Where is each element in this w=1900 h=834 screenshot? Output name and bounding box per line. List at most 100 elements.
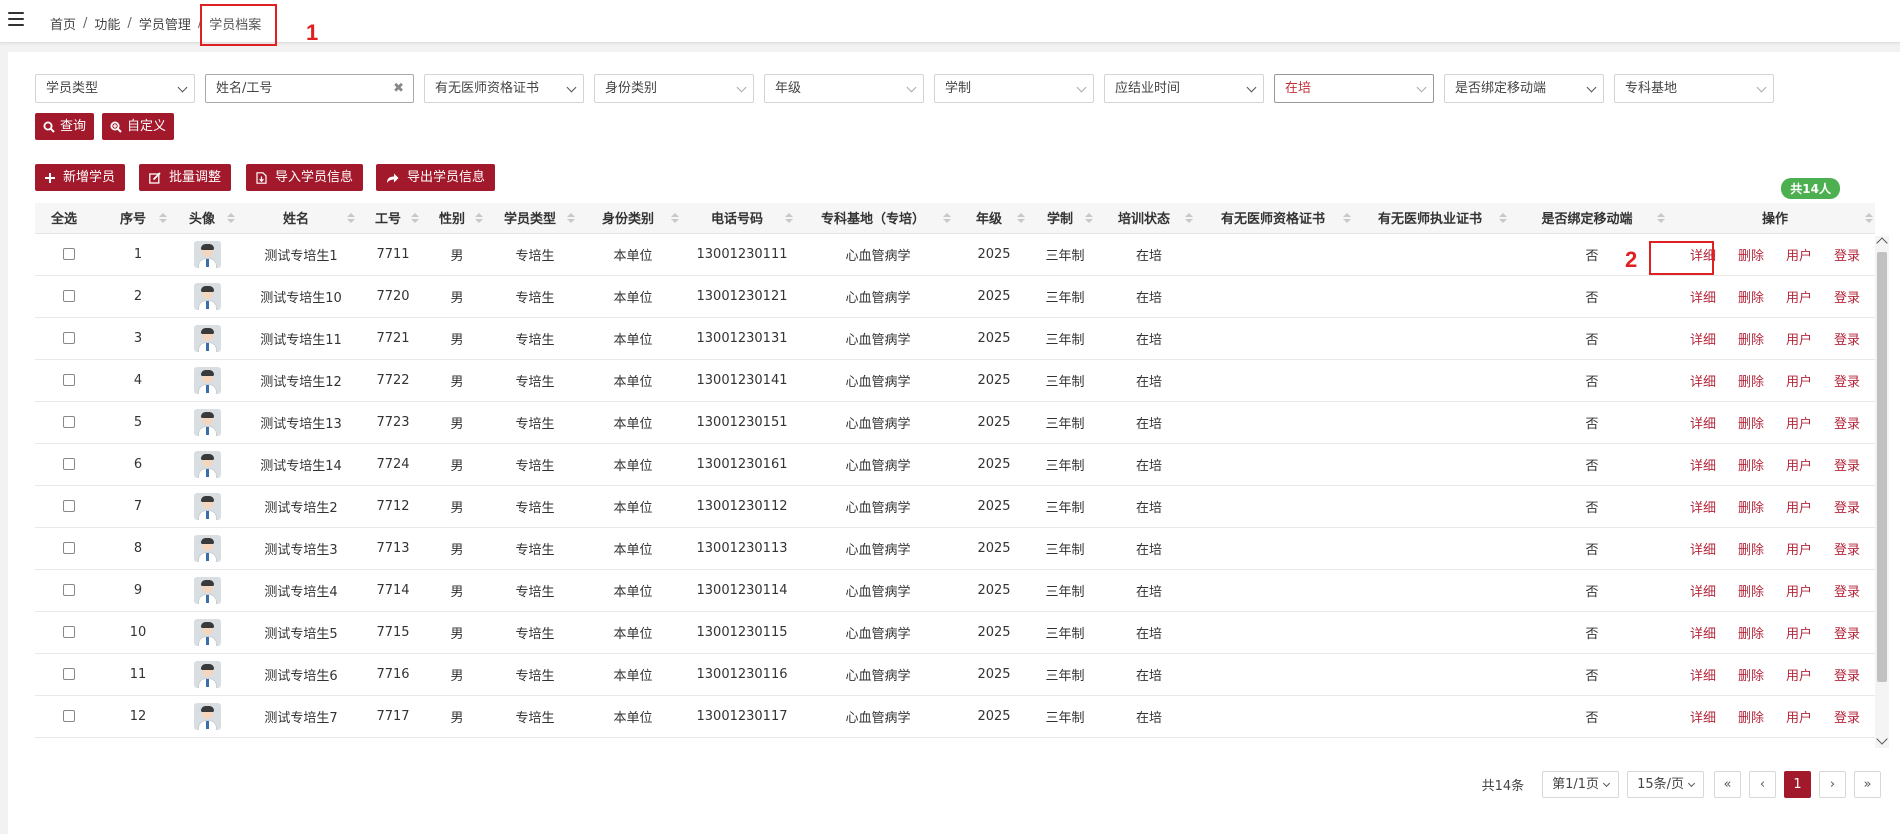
grade-select[interactable]: 年级 bbox=[764, 74, 924, 103]
column-header-operations[interactable]: 操作 bbox=[1671, 203, 1875, 234]
page-1-button[interactable]: 1 bbox=[1784, 771, 1811, 798]
sort-icon[interactable] bbox=[1085, 213, 1093, 225]
column-header-training-status[interactable]: 培训状态 bbox=[1099, 203, 1199, 234]
delete-link[interactable]: 删除 bbox=[1738, 543, 1764, 558]
breadcrumb-student-management[interactable]: 学员管理 bbox=[139, 14, 191, 33]
sort-icon[interactable] bbox=[159, 213, 167, 225]
user-link[interactable]: 用户 bbox=[1786, 249, 1812, 264]
avatar[interactable] bbox=[193, 324, 221, 352]
sort-icon[interactable] bbox=[411, 213, 419, 225]
column-header-student-type[interactable]: 学员类型 bbox=[489, 203, 581, 234]
user-link[interactable]: 用户 bbox=[1786, 291, 1812, 306]
row-checkbox[interactable] bbox=[63, 626, 75, 638]
delete-link[interactable]: 删除 bbox=[1738, 627, 1764, 642]
row-checkbox[interactable] bbox=[63, 542, 75, 554]
detail-link[interactable]: 详细 bbox=[1690, 501, 1716, 516]
delete-link[interactable]: 删除 bbox=[1738, 711, 1764, 726]
column-header-specialty-base[interactable]: 专科基地（专培） bbox=[799, 203, 957, 234]
user-link[interactable]: 用户 bbox=[1786, 627, 1812, 642]
page-info-select[interactable]: 第1/1页 bbox=[1542, 771, 1620, 798]
avatar[interactable] bbox=[193, 702, 221, 730]
login-link[interactable]: 登录 bbox=[1834, 543, 1860, 558]
avatar[interactable] bbox=[193, 366, 221, 394]
detail-link[interactable]: 详细 bbox=[1690, 669, 1716, 684]
user-link[interactable]: 用户 bbox=[1786, 417, 1812, 432]
menu-icon[interactable] bbox=[8, 12, 24, 26]
delete-link[interactable]: 删除 bbox=[1738, 669, 1764, 684]
row-checkbox[interactable] bbox=[63, 416, 75, 428]
sort-icon[interactable] bbox=[1017, 213, 1025, 225]
detail-link[interactable]: 详细 bbox=[1690, 585, 1716, 600]
identity-type-select[interactable]: 身份类别 bbox=[594, 74, 754, 103]
avatar[interactable] bbox=[193, 450, 221, 478]
avatar[interactable] bbox=[193, 576, 221, 604]
avatar[interactable] bbox=[193, 534, 221, 562]
row-checkbox[interactable] bbox=[63, 710, 75, 722]
row-checkbox[interactable] bbox=[63, 668, 75, 680]
prev-page-button[interactable]: ‹ bbox=[1749, 771, 1776, 798]
qualification-cert-select[interactable]: 有无医师资格证书 bbox=[424, 74, 584, 103]
bind-mobile-select[interactable]: 是否绑定移动端 bbox=[1444, 74, 1604, 103]
login-link[interactable]: 登录 bbox=[1834, 627, 1860, 642]
user-link[interactable]: 用户 bbox=[1786, 585, 1812, 600]
sort-icon[interactable] bbox=[785, 213, 793, 225]
row-checkbox[interactable] bbox=[63, 584, 75, 596]
next-page-button[interactable]: › bbox=[1819, 771, 1846, 798]
sort-icon[interactable] bbox=[227, 213, 235, 225]
sort-icon[interactable] bbox=[567, 213, 575, 225]
login-link[interactable]: 登录 bbox=[1834, 417, 1860, 432]
table-vertical-scrollbar[interactable] bbox=[1875, 236, 1889, 748]
avatar[interactable] bbox=[193, 282, 221, 310]
delete-link[interactable]: 删除 bbox=[1738, 501, 1764, 516]
login-link[interactable]: 登录 bbox=[1834, 375, 1860, 390]
add-student-button[interactable]: 新增学员 bbox=[35, 164, 126, 191]
delete-link[interactable]: 删除 bbox=[1738, 459, 1764, 474]
column-header-name[interactable]: 姓名 bbox=[241, 203, 361, 234]
batch-adjust-button[interactable]: 批量调整 bbox=[139, 164, 232, 191]
column-header-staff-id[interactable]: 工号 bbox=[361, 203, 425, 234]
delete-link[interactable]: 删除 bbox=[1738, 585, 1764, 600]
sort-icon[interactable] bbox=[347, 213, 355, 225]
sort-icon[interactable] bbox=[1185, 213, 1193, 225]
query-button[interactable]: 查询 bbox=[35, 113, 95, 140]
column-header-avatar[interactable]: 头像 bbox=[173, 203, 241, 234]
row-checkbox[interactable] bbox=[63, 500, 75, 512]
page-size-select[interactable]: 15条/页 bbox=[1627, 771, 1704, 798]
column-header-phone[interactable]: 电话号码 bbox=[685, 203, 799, 234]
sort-icon[interactable] bbox=[1657, 213, 1665, 225]
student-type-select[interactable]: 学员类型 bbox=[35, 74, 195, 103]
avatar[interactable] bbox=[193, 618, 221, 646]
column-header-grade[interactable]: 年级 bbox=[957, 203, 1031, 234]
detail-link[interactable]: 详细 bbox=[1690, 333, 1716, 348]
scroll-up-icon[interactable] bbox=[1876, 237, 1888, 249]
import-students-button[interactable]: 导入学员信息 bbox=[246, 164, 364, 191]
graduation-time-select[interactable]: 应结业时间 bbox=[1104, 74, 1264, 103]
program-length-select[interactable]: 学制 bbox=[934, 74, 1094, 103]
scrollbar-thumb[interactable] bbox=[1877, 252, 1887, 682]
detail-link[interactable]: 详细 bbox=[1690, 291, 1716, 306]
last-page-button[interactable]: » bbox=[1854, 771, 1881, 798]
breadcrumb-home[interactable]: 首页 bbox=[50, 14, 76, 33]
column-header-index[interactable]: 序号 bbox=[103, 203, 173, 234]
sort-icon[interactable] bbox=[1499, 213, 1507, 225]
training-status-select[interactable]: 在培 bbox=[1274, 74, 1434, 103]
row-checkbox[interactable] bbox=[63, 248, 75, 260]
login-link[interactable]: 登录 bbox=[1834, 585, 1860, 600]
name-id-search-input[interactable]: 姓名/工号 ✖ bbox=[205, 74, 414, 103]
detail-link[interactable]: 详细 bbox=[1690, 711, 1716, 726]
login-link[interactable]: 登录 bbox=[1834, 291, 1860, 306]
specialty-base-select[interactable]: 专科基地 bbox=[1614, 74, 1774, 103]
sort-icon[interactable] bbox=[1865, 213, 1873, 225]
column-header-gender[interactable]: 性别 bbox=[425, 203, 489, 234]
row-checkbox[interactable] bbox=[63, 332, 75, 344]
detail-link[interactable]: 详细 bbox=[1690, 543, 1716, 558]
detail-link[interactable]: 详细 bbox=[1690, 375, 1716, 390]
user-link[interactable]: 用户 bbox=[1786, 543, 1812, 558]
detail-link[interactable]: 详细 bbox=[1690, 417, 1716, 432]
breadcrumb-function[interactable]: 功能 bbox=[94, 14, 120, 33]
avatar[interactable] bbox=[193, 240, 221, 268]
delete-link[interactable]: 删除 bbox=[1738, 375, 1764, 390]
export-students-button[interactable]: 导出学员信息 bbox=[376, 164, 496, 191]
column-header-qualification-cert[interactable]: 有无医师资格证书 bbox=[1199, 203, 1357, 234]
scroll-down-icon[interactable] bbox=[1876, 733, 1888, 745]
